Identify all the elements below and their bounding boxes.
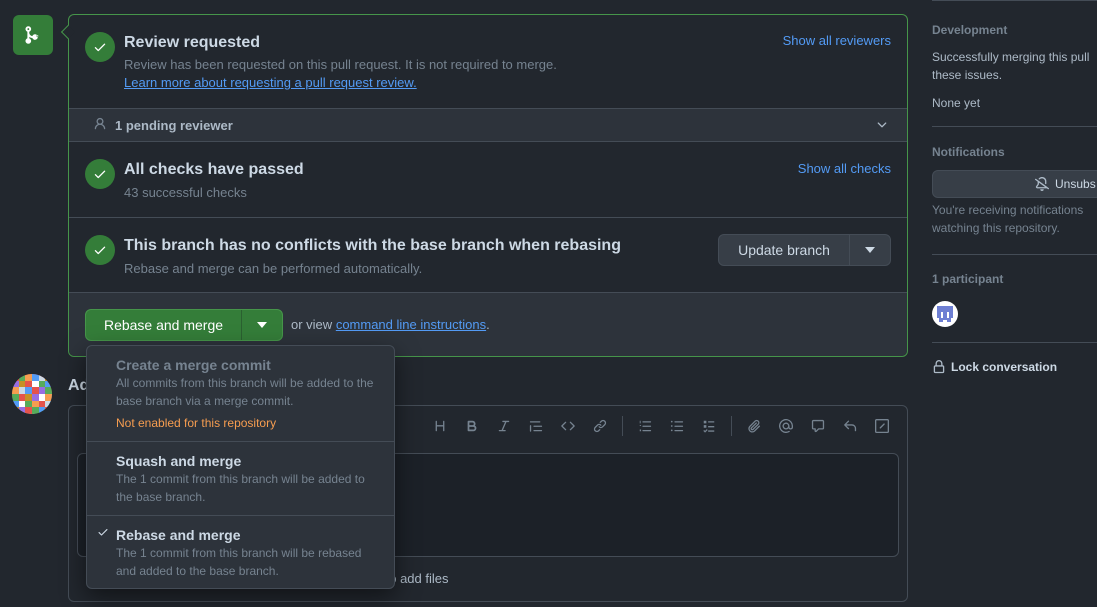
menu-item-squash-merge[interactable]: Squash and merge The 1 commit from this … <box>87 442 394 516</box>
participants-heading: 1 participant <box>932 272 1004 286</box>
mention-icon[interactable] <box>770 416 802 436</box>
conflicts-title: This branch has no conflicts with the ba… <box>124 237 621 254</box>
check-icon <box>85 235 115 265</box>
checks-title: All checks have passed <box>124 161 304 178</box>
conflicts-subtitle: Rebase and merge can be performed automa… <box>124 261 423 276</box>
lock-conversation-button[interactable]: Lock conversation <box>932 360 1057 374</box>
check-icon <box>85 159 115 189</box>
or-view-text: or view command line instructions. <box>291 317 490 332</box>
identicon <box>937 306 953 322</box>
review-section: Review requested Review has been request… <box>69 15 907 108</box>
update-branch-button-group: Update branch <box>718 234 891 266</box>
paperclip-icon[interactable] <box>738 416 770 436</box>
review-title: Review requested <box>124 34 261 51</box>
development-none: None yet <box>932 96 981 110</box>
bold-icon[interactable] <box>456 416 488 436</box>
lock-icon <box>933 360 945 374</box>
pending-reviewer-label: 1 pending reviewer <box>115 118 233 133</box>
quote-icon[interactable] <box>520 416 552 436</box>
ordered-list-icon[interactable] <box>629 416 661 436</box>
update-branch-dropdown-button[interactable] <box>850 235 890 265</box>
learn-review-link[interactable]: Learn more about requesting a pull reque… <box>124 75 417 90</box>
lock-conversation-label: Lock conversation <box>951 360 1058 374</box>
chevron-down-icon <box>875 118 889 135</box>
conflicts-section: This branch has no conflicts with the ba… <box>69 218 907 292</box>
command-line-link[interactable]: command line instructions <box>336 317 486 332</box>
update-branch-button[interactable]: Update branch <box>719 235 850 265</box>
heading-icon[interactable] <box>424 416 456 436</box>
bell-slash-icon <box>1035 177 1049 191</box>
person-icon <box>93 117 107 134</box>
menu-item-rebase-merge[interactable]: Rebase and merge The 1 commit from this … <box>87 516 394 589</box>
markdown-toolbar <box>424 416 898 436</box>
avatar[interactable] <box>12 374 52 414</box>
rebase-merge-button[interactable]: Rebase and merge <box>86 310 242 340</box>
menu-item-title: Squash and merge <box>116 453 242 469</box>
italic-icon[interactable] <box>488 416 520 436</box>
participant-avatar[interactable] <box>932 301 958 327</box>
link-icon[interactable] <box>584 416 616 436</box>
code-icon[interactable] <box>552 416 584 436</box>
merge-box: Review requested Review has been request… <box>60 14 908 357</box>
participants-section: 1 participant <box>932 255 1097 343</box>
menu-item-description: All commits from this branch will be add… <box>116 376 374 408</box>
reply-icon[interactable] <box>834 416 866 436</box>
or-view-label: or view <box>291 317 333 332</box>
cross-reference-icon[interactable] <box>802 416 834 436</box>
show-all-checks-link[interactable]: Show all checks <box>798 161 891 176</box>
notifications-heading: Notifications <box>932 145 1005 159</box>
toolbar-divider <box>731 416 732 436</box>
task-list-icon[interactable] <box>693 416 725 436</box>
menu-item-description: The 1 commit from this branch will be re… <box>116 546 362 578</box>
menu-item-warning: Not enabled for this repository <box>116 416 277 430</box>
rebase-merge-button-group: Rebase and merge <box>85 309 283 341</box>
merge-method-dropdown-button[interactable] <box>242 310 282 340</box>
notifications-section: Notifications Unsubs You're receiving no… <box>932 127 1097 255</box>
pending-reviewer-toggle[interactable]: 1 pending reviewer <box>69 108 907 142</box>
triangle-down-icon <box>257 322 267 328</box>
toolbar-divider <box>622 416 623 436</box>
menu-item-title: Create a merge commit <box>116 357 271 373</box>
avatar-pattern <box>12 374 52 414</box>
development-text: Successfully merging this pull these iss… <box>932 50 1090 82</box>
check-icon <box>85 32 115 62</box>
merge-method-menu: Create a merge commit All commits from t… <box>86 345 395 589</box>
menu-item-create-merge-commit[interactable]: Create a merge commit All commits from t… <box>87 346 394 442</box>
git-merge-icon <box>13 15 53 55</box>
review-subtitle: Review has been requested on this pull r… <box>124 57 557 72</box>
checks-section: All checks have passed 43 successful che… <box>69 142 907 218</box>
unordered-list-icon[interactable] <box>661 416 693 436</box>
development-section: Development Successfully merging this pu… <box>932 0 1097 127</box>
notifications-note: You're receiving notifications watching … <box>932 203 1084 235</box>
menu-item-title: Rebase and merge <box>116 527 241 543</box>
check-icon <box>97 525 109 541</box>
period: . <box>486 317 490 332</box>
show-all-reviewers-link[interactable]: Show all reviewers <box>783 33 891 48</box>
menu-item-description: The 1 commit from this branch will be ad… <box>116 472 365 504</box>
unsubscribe-label: Unsubs <box>1055 177 1096 191</box>
checks-subtitle: 43 successful checks <box>124 185 247 200</box>
slash-command-icon[interactable] <box>866 416 898 436</box>
triangle-down-icon <box>865 247 875 253</box>
development-heading: Development <box>932 23 1008 37</box>
unsubscribe-button[interactable]: Unsubs <box>932 170 1097 198</box>
